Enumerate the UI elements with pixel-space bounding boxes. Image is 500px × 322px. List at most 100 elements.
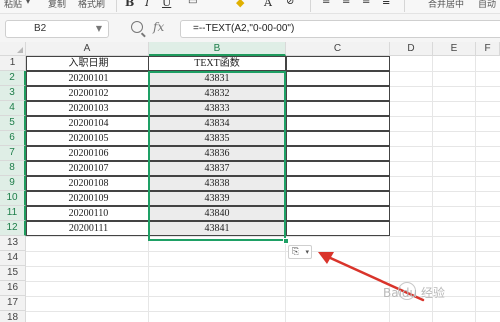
- table-cell[interactable]: [286, 131, 390, 146]
- formula-input[interactable]: =--TEXT(A2,"0-00-00"): [180, 20, 500, 38]
- clear-icon[interactable]: ⊘: [286, 0, 294, 7]
- row-header[interactable]: 10: [0, 191, 26, 206]
- table-cell[interactable]: 43834: [148, 116, 286, 131]
- gridline: [26, 311, 500, 312]
- table-cell[interactable]: [286, 116, 390, 131]
- watermark: Baidu 经验: [383, 286, 445, 300]
- toolbar-divider: [404, 0, 405, 12]
- gridline: [475, 56, 476, 322]
- chevron-down-icon: ▾: [305, 248, 309, 256]
- table-cell[interactable]: 20200105: [26, 131, 151, 146]
- distributed-icon[interactable]: ≣: [382, 0, 390, 7]
- clipboard-icon: ⎘: [292, 247, 300, 257]
- table-cell[interactable]: 20200110: [26, 206, 151, 221]
- table-cell[interactable]: [286, 146, 390, 161]
- table-header-cell[interactable]: 入职日期: [26, 56, 151, 71]
- gridline: [26, 251, 500, 252]
- chevron-down-icon[interactable]: ▾: [26, 0, 30, 6]
- format-painter-button[interactable]: 格式刷: [78, 0, 105, 10]
- table-cell[interactable]: 20200103: [26, 101, 151, 116]
- align-center-icon[interactable]: ≡: [342, 0, 350, 7]
- table-cell[interactable]: [286, 176, 390, 191]
- column-header-c[interactable]: C: [286, 42, 390, 56]
- table-cell[interactable]: 43838: [148, 176, 286, 191]
- formula-text: =--TEXT(A2,"0-00-00"): [193, 23, 295, 34]
- column-header-f[interactable]: F: [476, 42, 500, 56]
- row-header[interactable]: 16: [0, 281, 26, 296]
- select-all-corner[interactable]: [0, 42, 26, 56]
- paste-button[interactable]: 粘贴: [4, 0, 22, 10]
- row-header[interactable]: 12: [0, 221, 26, 236]
- table-cell[interactable]: 43833: [148, 101, 286, 116]
- column-header-d[interactable]: D: [390, 42, 433, 56]
- row-header[interactable]: 3: [0, 86, 26, 101]
- gridline: [26, 266, 500, 267]
- table-cell[interactable]: [286, 86, 390, 101]
- table-cell[interactable]: [286, 206, 390, 221]
- chevron-down-icon[interactable]: ▼: [96, 24, 102, 33]
- table-cell[interactable]: [286, 56, 390, 71]
- search-icon[interactable]: [131, 21, 143, 33]
- table-cell[interactable]: [286, 191, 390, 206]
- row-header[interactable]: 15: [0, 266, 26, 281]
- table-cell[interactable]: 20200101: [26, 71, 151, 86]
- table-cell[interactable]: 43836: [148, 146, 286, 161]
- fx-icon[interactable]: fx: [153, 20, 164, 34]
- row-header[interactable]: 8: [0, 161, 26, 176]
- table-cell[interactable]: [286, 71, 390, 86]
- table-cell[interactable]: 43839: [148, 191, 286, 206]
- gridline: [26, 281, 500, 282]
- row-header[interactable]: 1: [0, 56, 26, 71]
- table-cell[interactable]: 20200102: [26, 86, 151, 101]
- column-header-b[interactable]: B: [149, 42, 286, 56]
- row-header[interactable]: 17: [0, 296, 26, 311]
- row-header[interactable]: 9: [0, 176, 26, 191]
- fill-color-icon[interactable]: ◆: [236, 0, 244, 9]
- name-box[interactable]: B2 ▼: [5, 20, 109, 38]
- table-cell[interactable]: 43841: [148, 221, 286, 236]
- table-cell[interactable]: 20200111: [26, 221, 151, 236]
- row-header[interactable]: 18: [0, 311, 26, 322]
- table-cell[interactable]: 43837: [148, 161, 286, 176]
- gridline: [26, 236, 500, 237]
- table-header-cell[interactable]: TEXT函数: [148, 56, 286, 71]
- table-cell[interactable]: [286, 221, 390, 236]
- row-header[interactable]: 4: [0, 101, 26, 116]
- row-header[interactable]: 2: [0, 71, 26, 86]
- align-left-icon[interactable]: ≡: [322, 0, 330, 7]
- wrap-text-button[interactable]: 自动: [478, 0, 496, 10]
- fill-handle[interactable]: [283, 238, 289, 244]
- formula-bar: B2 ▼ fx =--TEXT(A2,"0-00-00"): [0, 14, 500, 42]
- table-cell[interactable]: 20200107: [26, 161, 151, 176]
- row-header[interactable]: 5: [0, 116, 26, 131]
- font-color-icon[interactable]: A: [264, 0, 272, 9]
- border-icon[interactable]: ▭: [188, 0, 197, 7]
- row-header[interactable]: 6: [0, 131, 26, 146]
- copy-button[interactable]: 复制: [48, 0, 66, 10]
- bold-icon[interactable]: B: [125, 0, 134, 9]
- table-cell[interactable]: 20200109: [26, 191, 151, 206]
- row-header[interactable]: 7: [0, 146, 26, 161]
- column-header-a[interactable]: A: [26, 42, 149, 56]
- gridline: [432, 56, 433, 322]
- table-cell[interactable]: 43832: [148, 86, 286, 101]
- table-cell[interactable]: 43840: [148, 206, 286, 221]
- table-cell[interactable]: [286, 161, 390, 176]
- table-cell[interactable]: 20200108: [26, 176, 151, 191]
- toolbar-divider: [116, 0, 117, 12]
- underline-icon[interactable]: U: [162, 0, 171, 9]
- italic-icon[interactable]: I: [145, 0, 149, 9]
- row-header[interactable]: 11: [0, 206, 26, 221]
- table-cell[interactable]: 20200106: [26, 146, 151, 161]
- column-header-e[interactable]: E: [433, 42, 476, 56]
- merge-center-button[interactable]: 合并居中: [428, 0, 464, 10]
- table-cell[interactable]: 43835: [148, 131, 286, 146]
- row-header[interactable]: 13: [0, 236, 26, 251]
- table-cell[interactable]: 43831: [148, 71, 286, 86]
- table-cell[interactable]: 20200104: [26, 116, 151, 131]
- align-right-icon[interactable]: ≡: [362, 0, 370, 7]
- table-cell[interactable]: [286, 101, 390, 116]
- paste-options-button[interactable]: ⎘ ▾: [288, 245, 312, 259]
- name-box-value: B2: [34, 23, 47, 34]
- row-header[interactable]: 14: [0, 251, 26, 266]
